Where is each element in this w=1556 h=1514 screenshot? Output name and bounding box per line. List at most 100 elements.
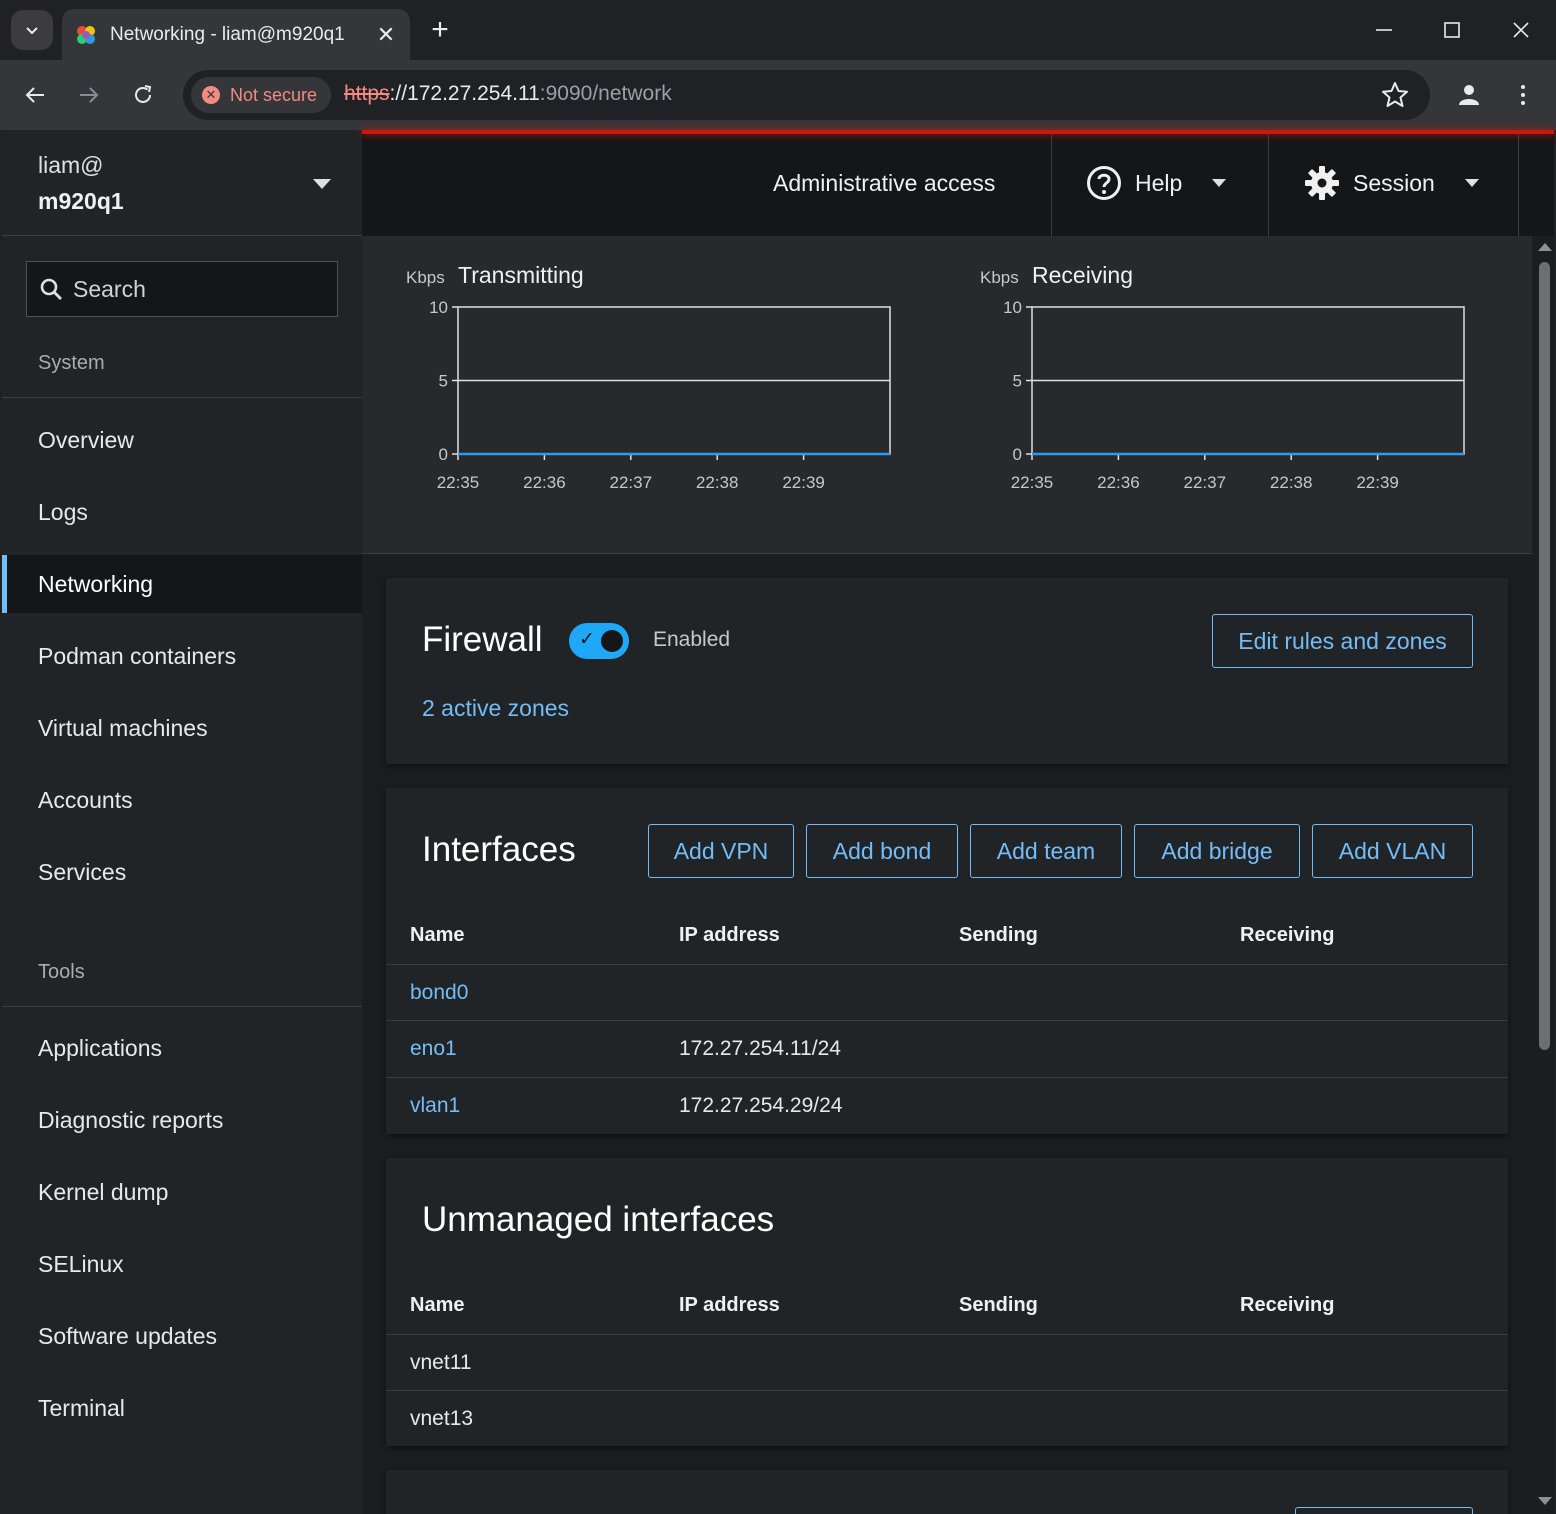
firewall-status: Enabled	[653, 628, 731, 651]
interface-ip: 172.27.254.29/24	[679, 1094, 843, 1117]
arrow-right-icon	[80, 87, 99, 103]
toggle-knob	[601, 630, 623, 652]
sidebar-item-selinux[interactable]: SELinux	[2, 1235, 362, 1293]
profile-button[interactable]	[1452, 78, 1486, 112]
not-secure-icon: ✕	[202, 86, 220, 104]
table-divider	[386, 964, 1508, 965]
url-text[interactable]: https://172.27.254.11:9090/network	[344, 82, 672, 106]
column-header-receiving[interactable]: Receiving	[1240, 924, 1334, 947]
sidebar-search-input[interactable]: Search	[26, 261, 338, 317]
firewall-toggle[interactable]: ✓	[569, 623, 629, 659]
transmitting-x-tick-label: 22:39	[782, 473, 825, 492]
reload-button[interactable]	[125, 77, 161, 113]
sidebar-item-networking[interactable]: Networking	[2, 555, 362, 613]
forward-button[interactable]	[71, 77, 107, 113]
caret-down-icon	[1212, 179, 1227, 187]
receiving-y-tick-label: 5	[1013, 372, 1022, 391]
maximize-button[interactable]	[1432, 10, 1472, 50]
tab-search-button[interactable]	[11, 10, 53, 50]
gear-icon	[1305, 166, 1339, 200]
scroll-down-icon[interactable]	[1538, 1497, 1552, 1505]
unmanaged-interfaces-title: Unmanaged interfaces	[422, 1200, 775, 1239]
sidebar-item-podman-containers[interactable]: Podman containers	[2, 627, 362, 685]
back-button[interactable]	[17, 77, 53, 113]
administrative-access-button[interactable]: Administrative access	[773, 170, 995, 197]
interface-name: vnet13	[410, 1407, 474, 1430]
receiving-x-tick-label: 22:36	[1097, 473, 1140, 492]
help-menu-button[interactable]: Help	[1086, 165, 1227, 201]
new-tab-button[interactable]: +	[424, 12, 456, 48]
column-header-ip-address[interactable]: IP address	[679, 1294, 780, 1317]
arrow-left-icon	[25, 87, 44, 103]
edit-rules-and-zones-button[interactable]: Edit rules and zones	[1212, 614, 1473, 668]
sidebar-item-applications[interactable]: Applications	[2, 1019, 362, 1077]
sidebar-item-logs[interactable]: Logs	[2, 483, 362, 541]
column-header-ip-address[interactable]: IP address	[679, 924, 780, 947]
sidebar-item-virtual-machines[interactable]: Virtual machines	[2, 699, 362, 757]
interface-name-link[interactable]: vlan1	[410, 1094, 460, 1118]
table-divider	[386, 1390, 1508, 1391]
sidebar-item-overview[interactable]: Overview	[2, 411, 362, 469]
sidebar-item-terminal[interactable]: Terminal	[2, 1379, 362, 1437]
firewall-title: Firewall	[422, 620, 543, 659]
bookmark-star-icon[interactable]	[1380, 80, 1410, 110]
session-label: Session	[1353, 169, 1435, 196]
maximize-icon	[1444, 22, 1460, 38]
partial-button[interactable]	[1295, 1507, 1473, 1514]
sidebar-item-accounts[interactable]: Accounts	[2, 771, 362, 829]
interface-ip: 172.27.254.11/24	[679, 1037, 841, 1060]
security-label: Not secure	[230, 84, 318, 105]
super-user-indicator-bar	[362, 130, 1554, 134]
column-header-name[interactable]: Name	[410, 1294, 464, 1317]
search-icon	[40, 278, 62, 300]
host-user: liam@	[38, 152, 104, 178]
host-switcher[interactable]: liam@ m920q1	[2, 130, 362, 236]
url-host: ://172.27.254.11	[389, 82, 540, 105]
active-zones-link[interactable]: 2 active zones	[422, 695, 569, 722]
receiving-x-tick-label: 22:35	[1011, 473, 1054, 492]
scroll-up-icon[interactable]	[1538, 243, 1552, 251]
graph-unit: Kbps	[980, 268, 1019, 287]
sidebar-item-services[interactable]: Services	[2, 843, 362, 901]
transmitting-y-tick-label: 0	[439, 445, 448, 464]
transmitting-x-tick-label: 22:37	[610, 473, 653, 492]
close-icon	[1513, 22, 1529, 38]
receiving-x-tick-label: 22:37	[1184, 473, 1227, 492]
column-header-sending[interactable]: Sending	[959, 1294, 1038, 1317]
add-vpn-button[interactable]: Add VPN	[648, 824, 794, 878]
close-window-button[interactable]	[1501, 10, 1541, 50]
browser-tab[interactable]: Networking - liam@m920q1 ✕	[62, 9, 410, 60]
sidebar-item-diagnostic-reports[interactable]: Diagnostic reports	[2, 1091, 362, 1149]
firewall-card	[386, 578, 1508, 764]
add-vlan-button[interactable]: Add VLAN	[1312, 824, 1473, 878]
graph-title-transmitting: Transmitting	[458, 262, 584, 288]
receiving-x-tick-label: 22:38	[1270, 473, 1313, 492]
search-placeholder: Search	[73, 275, 146, 302]
graph-title-receiving: Receiving	[1032, 262, 1133, 288]
browser-menu-icon[interactable]	[1510, 78, 1536, 112]
masthead-divider	[1518, 134, 1519, 236]
sidebar-item-kernel-dump[interactable]: Kernel dump	[2, 1163, 362, 1221]
nav-section-tools: Tools	[2, 961, 362, 1007]
interface-name-link[interactable]: bond0	[410, 981, 468, 1005]
caret-down-icon	[1464, 179, 1479, 187]
caret-down-icon	[313, 179, 331, 189]
session-menu-button[interactable]: Session	[1304, 165, 1479, 201]
column-header-sending[interactable]: Sending	[959, 924, 1038, 947]
add-bridge-button[interactable]: Add bridge	[1134, 824, 1300, 878]
interface-name-link[interactable]: eno1	[410, 1037, 457, 1061]
transmitting-chart: 10 5 0 22:35 22:36 22:37 22:38 22:39	[429, 298, 891, 492]
masthead-divider	[1051, 134, 1052, 236]
scrollbar-thumb[interactable]	[1539, 262, 1550, 1050]
security-chip[interactable]: ✕ Not secure	[191, 77, 331, 113]
column-header-receiving[interactable]: Receiving	[1240, 1294, 1334, 1317]
tab-close-icon[interactable]: ✕	[374, 22, 398, 48]
minimize-button[interactable]	[1364, 10, 1404, 50]
sidebar-item-software-updates[interactable]: Software updates	[2, 1307, 362, 1365]
add-bond-button[interactable]: Add bond	[806, 824, 958, 878]
add-team-button[interactable]: Add team	[970, 824, 1122, 878]
column-header-name[interactable]: Name	[410, 924, 464, 947]
table-divider	[386, 1077, 1508, 1078]
help-label: Help	[1135, 169, 1183, 196]
chevron-down-icon	[26, 27, 38, 35]
